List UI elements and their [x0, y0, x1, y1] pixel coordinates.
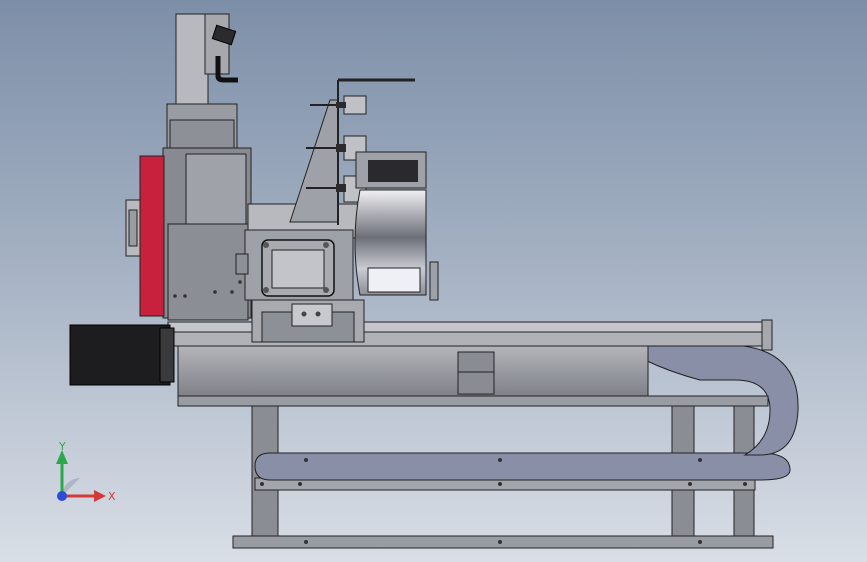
- cnc-machine-model[interactable]: [0, 0, 867, 562]
- coordinate-triad: Y X: [56, 440, 116, 503]
- stepper-motor: [69, 324, 175, 386]
- cad-viewport[interactable]: Y X: [0, 0, 867, 562]
- beam-slot-cover: [457, 351, 495, 395]
- base-plate: [232, 535, 774, 549]
- x-axis-label: X: [108, 490, 116, 503]
- y-axis-label: Y: [58, 440, 66, 453]
- spindle-red-mount: [125, 155, 165, 317]
- carriage: [251, 299, 365, 343]
- z-axis-dot: [57, 491, 67, 501]
- x-axis-arrow: [94, 490, 106, 502]
- rail-end-cap: [761, 319, 773, 351]
- roller-guard: [354, 151, 439, 301]
